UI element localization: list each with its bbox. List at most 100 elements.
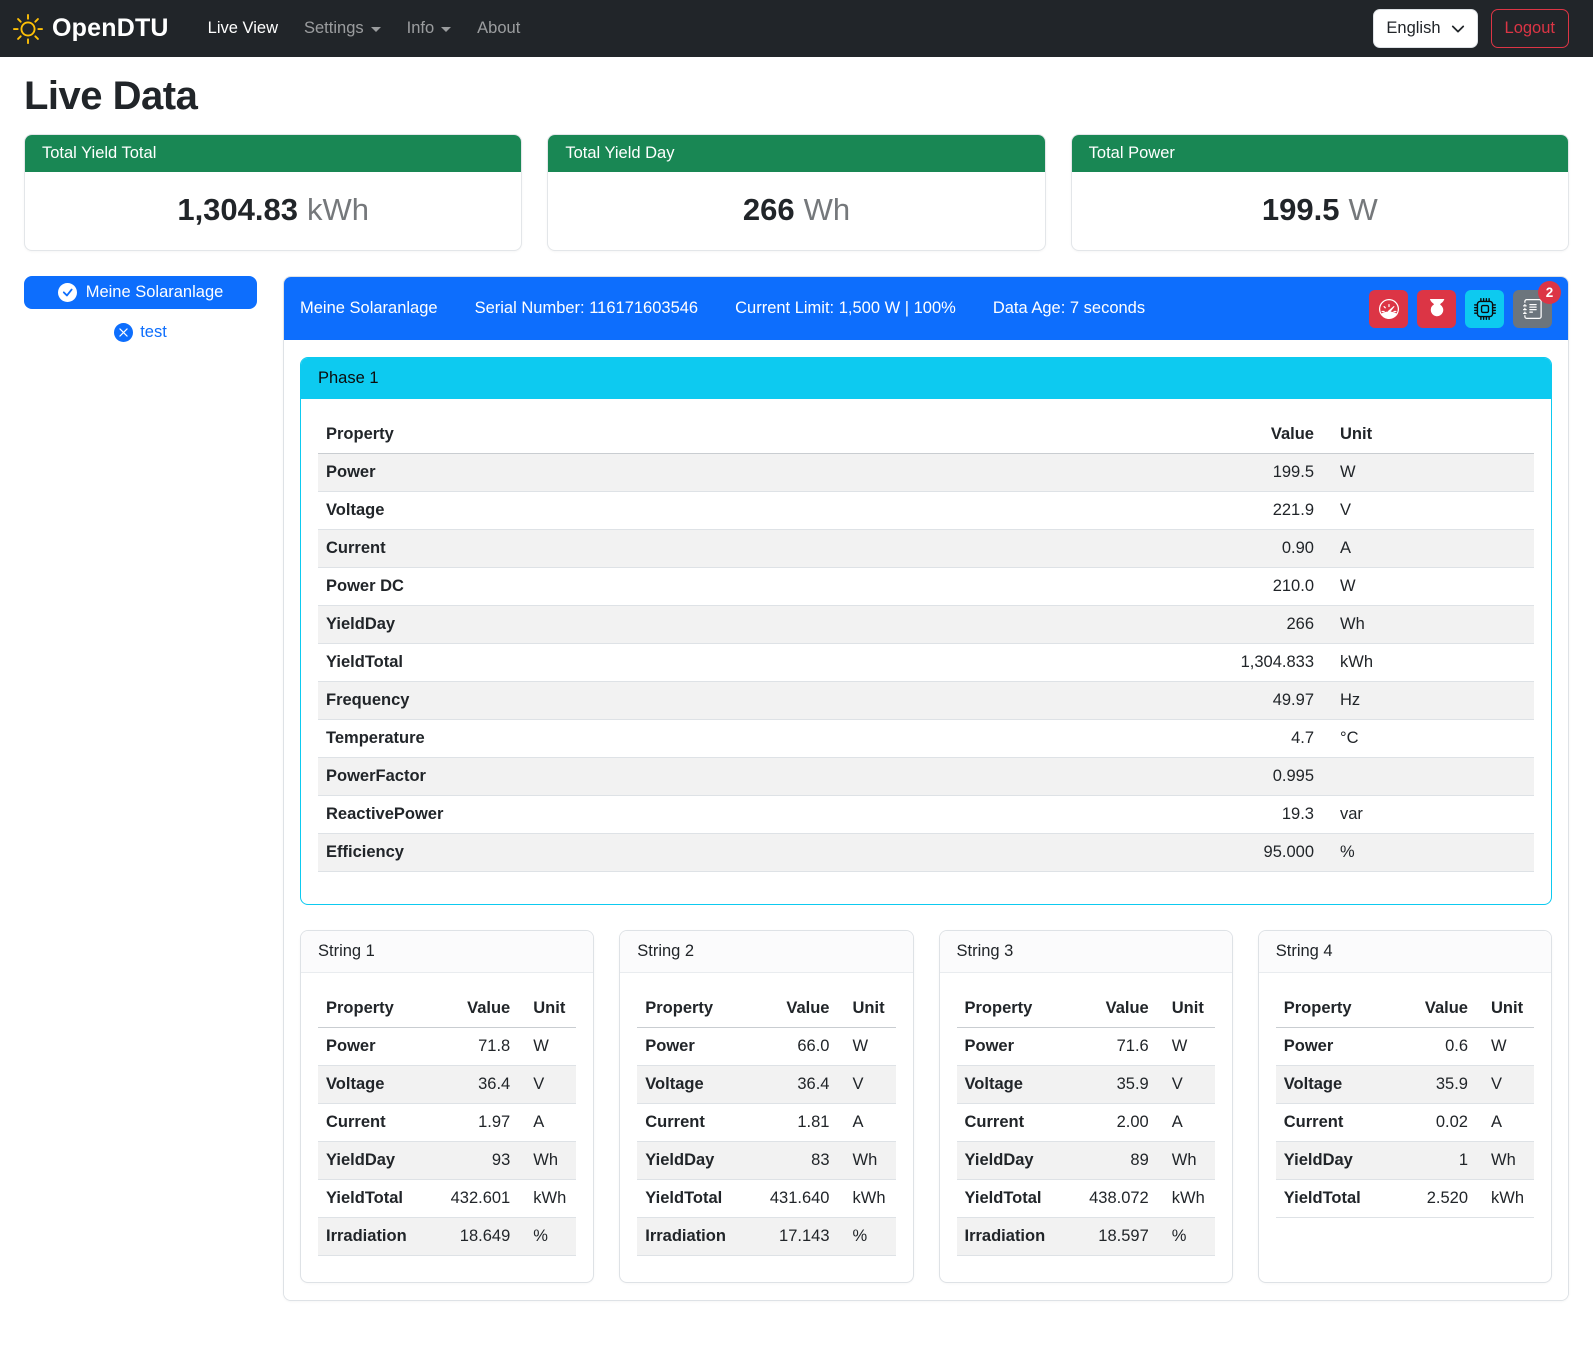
table-row: YieldTotal431.640kWh xyxy=(637,1180,895,1218)
property-cell: Power xyxy=(318,1028,440,1066)
property-cell: Power xyxy=(318,454,1192,492)
unit-cell: V xyxy=(518,1066,576,1104)
property-cell: YieldTotal xyxy=(957,1180,1079,1218)
unit-cell: W xyxy=(1157,1028,1215,1066)
dropdown-caret-icon xyxy=(441,27,451,32)
table-row: Current0.90A xyxy=(318,530,1534,568)
table-row: Power DC210.0W xyxy=(318,568,1534,606)
x-circle-icon xyxy=(114,323,133,342)
event-log-button[interactable]: 2 xyxy=(1513,290,1552,328)
inverter-select-button[interactable]: Meine Solaranlage xyxy=(24,276,257,309)
table-row: Irradiation18.597% xyxy=(957,1218,1215,1256)
property-cell: Power xyxy=(637,1028,759,1066)
nav-item-about[interactable]: About xyxy=(464,11,533,46)
table-header-row: Property Value Unit xyxy=(637,990,895,1028)
nav-item-label: Settings xyxy=(304,19,364,38)
value-cell: 35.9 xyxy=(1398,1066,1476,1104)
table-row: PowerFactor0.995 xyxy=(318,758,1534,796)
value-cell: 89 xyxy=(1079,1142,1157,1180)
table-row: YieldDay89Wh xyxy=(957,1142,1215,1180)
card-unit: kWh xyxy=(307,192,369,227)
inverter-list-sidebar: Meine Solaranlage test xyxy=(24,276,257,342)
card-title: Total Yield Day xyxy=(548,135,1044,172)
phase-panel-title: Phase 1 xyxy=(301,358,1551,399)
property-cell: YieldTotal xyxy=(318,644,1192,682)
unit-cell: Wh xyxy=(1322,606,1534,644)
property-cell: Power DC xyxy=(318,568,1192,606)
table-row: YieldTotal2.520kWh xyxy=(1276,1180,1534,1218)
property-cell: Irradiation xyxy=(318,1218,440,1256)
table-row: Current1.81A xyxy=(637,1104,895,1142)
value-cell: 221.9 xyxy=(1192,492,1322,530)
table-row: Power0.6W xyxy=(1276,1028,1534,1066)
table-row: Irradiation18.649% xyxy=(318,1218,576,1256)
card-value: 266 xyxy=(743,192,795,227)
power-icon xyxy=(1427,299,1447,319)
value-cell: 210.0 xyxy=(1192,568,1322,606)
table-row: ReactivePower19.3var xyxy=(318,796,1534,834)
value-cell: 18.649 xyxy=(440,1218,518,1256)
card-title: Total Power xyxy=(1072,135,1568,172)
unit-cell: W xyxy=(838,1028,896,1066)
property-cell: YieldTotal xyxy=(318,1180,440,1218)
brand[interactable]: OpenDTU xyxy=(13,14,169,44)
value-cell: 1 xyxy=(1398,1142,1476,1180)
column-unit: Unit xyxy=(518,990,576,1028)
table-row: Frequency49.97Hz xyxy=(318,682,1534,720)
event-count-badge: 2 xyxy=(1538,281,1561,304)
value-cell: 35.9 xyxy=(1079,1066,1157,1104)
table-row: YieldTotal438.072kWh xyxy=(957,1180,1215,1218)
string-card-title: String 2 xyxy=(620,931,912,973)
inverter-card-header: Meine Solaranlage Serial Number: 1161716… xyxy=(284,277,1568,340)
language-select[interactable]: English xyxy=(1373,9,1477,48)
value-cell: 0.90 xyxy=(1192,530,1322,568)
inverter-list-item-test[interactable]: test xyxy=(24,323,257,342)
value-cell: 438.072 xyxy=(1079,1180,1157,1218)
property-cell: Temperature xyxy=(318,720,1192,758)
card-unit: Wh xyxy=(804,192,851,227)
value-cell: 49.97 xyxy=(1192,682,1322,720)
limit-settings-button[interactable] xyxy=(1369,290,1408,328)
unit-cell: V xyxy=(1476,1066,1534,1104)
value-cell: 0.02 xyxy=(1398,1104,1476,1142)
card-total-yield-day: Total Yield Day 266 Wh xyxy=(547,134,1045,251)
table-row: Temperature4.7°C xyxy=(318,720,1534,758)
unit-cell: Wh xyxy=(838,1142,896,1180)
property-cell: Voltage xyxy=(318,492,1192,530)
table-row: YieldDay1Wh xyxy=(1276,1142,1534,1180)
column-property: Property xyxy=(318,416,1192,454)
unit-cell: % xyxy=(1157,1218,1215,1256)
property-cell: Voltage xyxy=(957,1066,1079,1104)
unit-cell: A xyxy=(1157,1104,1215,1142)
string-cards: String 1 Property Value Unit xyxy=(300,930,1552,1283)
nav-item-live-view[interactable]: Live View xyxy=(195,11,291,46)
unit-cell: kWh xyxy=(1476,1180,1534,1218)
value-cell: 71.6 xyxy=(1079,1028,1157,1066)
property-cell: Efficiency xyxy=(318,834,1192,872)
table-row: Power71.6W xyxy=(957,1028,1215,1066)
unit-cell: var xyxy=(1322,796,1534,834)
logout-button[interactable]: Logout xyxy=(1491,9,1569,48)
table-row: Voltage36.4V xyxy=(637,1066,895,1104)
column-unit: Unit xyxy=(838,990,896,1028)
property-cell: Current xyxy=(637,1104,759,1142)
property-cell: Voltage xyxy=(318,1066,440,1104)
main-nav: Live View Settings Info About xyxy=(195,11,534,46)
property-cell: Irradiation xyxy=(637,1218,759,1256)
value-cell: 17.143 xyxy=(760,1218,838,1256)
table-row: Voltage35.9V xyxy=(957,1066,1215,1104)
unit-cell: % xyxy=(518,1218,576,1256)
unit-cell: W xyxy=(1322,454,1534,492)
nav-item-info[interactable]: Info xyxy=(394,11,465,46)
property-cell: Frequency xyxy=(318,682,1192,720)
unit-cell: kWh xyxy=(1322,644,1534,682)
device-info-button[interactable] xyxy=(1465,290,1504,328)
power-control-button[interactable] xyxy=(1417,290,1456,328)
column-value: Value xyxy=(440,990,518,1028)
navbar-controls: English Logout xyxy=(1373,9,1569,48)
inverter-name: Meine Solaranlage xyxy=(300,299,438,318)
table-row: Voltage35.9V xyxy=(1276,1066,1534,1104)
property-cell: YieldDay xyxy=(637,1142,759,1180)
nav-item-settings[interactable]: Settings xyxy=(291,11,394,46)
table-row: Current0.02A xyxy=(1276,1104,1534,1142)
